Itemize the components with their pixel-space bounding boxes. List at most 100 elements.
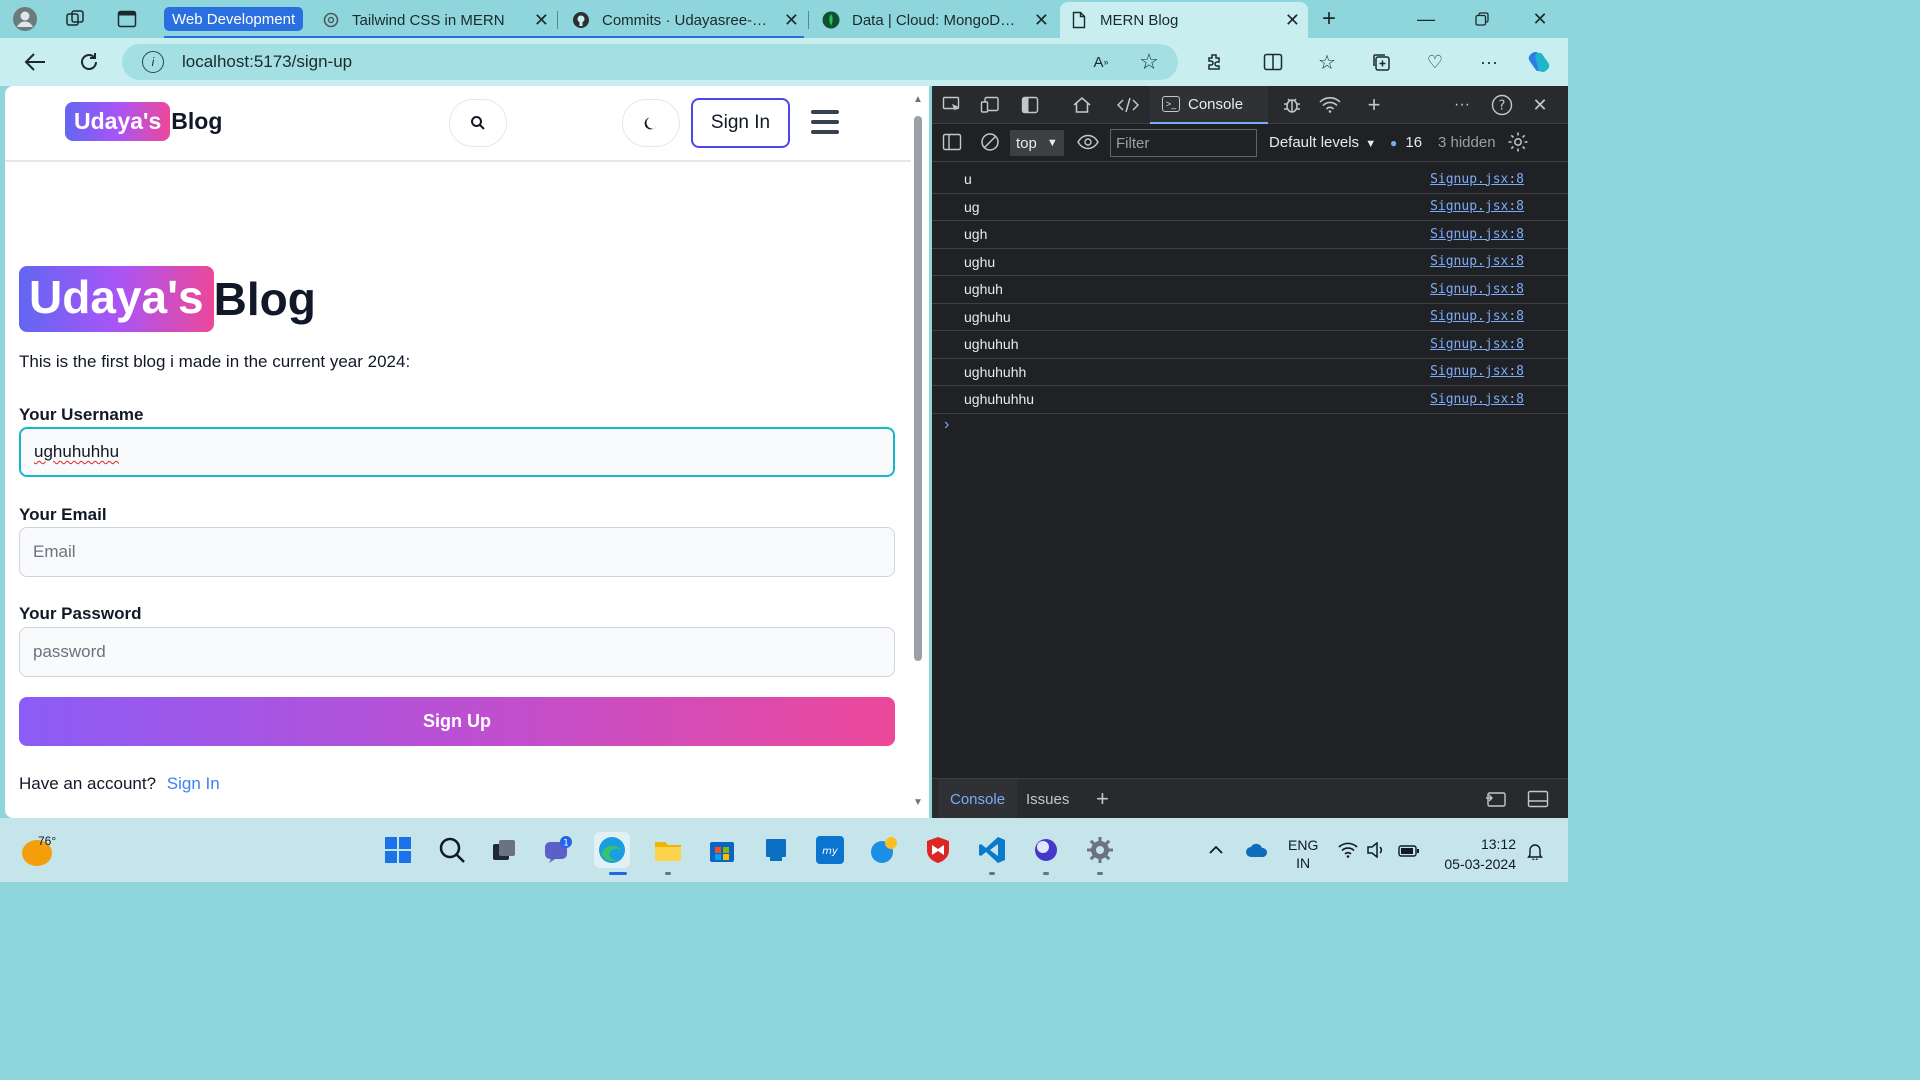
tray-overflow-chevron-icon[interactable] — [1208, 842, 1224, 858]
drawer-tab-console[interactable]: Console — [938, 779, 1018, 819]
live-expression-eye-icon[interactable] — [1076, 131, 1100, 153]
myhp-icon[interactable]: my — [812, 832, 848, 868]
console-log-source-link[interactable]: Signup.jsx:8 — [1430, 392, 1524, 407]
drawer-tab-issues[interactable]: Issues — [1014, 779, 1081, 819]
close-tab-icon[interactable]: ✕ — [1034, 10, 1049, 31]
console-log-source-link[interactable]: Signup.jsx:8 — [1430, 172, 1524, 187]
extensions-icon[interactable] — [1202, 50, 1228, 74]
undock-drawer-icon[interactable] — [1484, 788, 1508, 810]
header-signin-button[interactable]: Sign In — [691, 98, 790, 148]
tips-app-icon[interactable] — [866, 832, 902, 868]
close-tab-icon[interactable]: ✕ — [534, 10, 549, 31]
minimize-icon[interactable]: — — [1406, 6, 1446, 32]
inspect-element-icon[interactable] — [940, 94, 964, 116]
read-aloud-icon[interactable]: A» — [1088, 50, 1114, 74]
scroll-down-icon[interactable]: ▼ — [913, 797, 923, 808]
wifi-icon[interactable] — [1338, 842, 1358, 861]
page-scrollbar-thumb[interactable] — [914, 116, 922, 661]
console-log-source-link[interactable]: Signup.jsx:8 — [1430, 254, 1524, 269]
onedrive-cloud-icon[interactable] — [1245, 842, 1269, 861]
console-settings-gear-icon[interactable] — [1506, 131, 1530, 153]
hp-support-icon[interactable] — [758, 832, 794, 868]
file-explorer-icon[interactable] — [650, 832, 686, 868]
vscode-icon[interactable] — [974, 832, 1010, 868]
volume-icon[interactable] — [1366, 841, 1386, 861]
favorites-icon[interactable]: ☆ — [1314, 50, 1340, 74]
devtools-more-icon[interactable]: ··· — [1450, 94, 1474, 116]
device-emulation-icon[interactable] — [978, 94, 1002, 116]
back-icon[interactable] — [20, 48, 50, 76]
debugger-bug-icon[interactable] — [1280, 94, 1304, 116]
sidebar-toggle-icon[interactable] — [940, 131, 964, 153]
console-log-source-link[interactable]: Signup.jsx:8 — [1430, 337, 1524, 352]
username-input[interactable]: ughuhuhhu — [19, 427, 895, 477]
close-tab-icon[interactable]: ✕ — [1285, 10, 1300, 31]
mcafee-icon[interactable] — [920, 832, 956, 868]
collapse-drawer-icon[interactable] — [1526, 788, 1550, 810]
weather-widget[interactable]: 76° — [22, 832, 82, 872]
vertical-tabs-icon[interactable] — [114, 7, 140, 31]
split-screen-icon[interactable] — [1260, 50, 1286, 74]
tab-tailwind[interactable]: Tailwind CSS in MERN ✕ — [312, 2, 557, 38]
clear-console-icon[interactable] — [978, 131, 1002, 153]
favorite-star-icon[interactable]: ☆ — [1136, 49, 1162, 74]
new-tab-button[interactable]: + — [1316, 5, 1342, 32]
hamburger-menu-icon[interactable] — [811, 110, 839, 136]
email-input[interactable]: Email — [19, 527, 895, 577]
elements-code-icon[interactable] — [1116, 94, 1140, 116]
url-field[interactable]: i localhost:5173/sign-up — [122, 44, 1178, 80]
site-info-icon[interactable]: i — [142, 51, 164, 73]
header-logo[interactable]: Udaya's Blog — [65, 102, 222, 141]
workspaces-icon[interactable] — [62, 7, 88, 31]
devtools-console-tab[interactable]: >_ Console — [1150, 86, 1268, 124]
signup-button[interactable]: Sign Up — [19, 697, 895, 746]
close-devtools-icon[interactable]: ✕ — [1528, 94, 1552, 116]
notification-bell-icon[interactable] — [1526, 842, 1544, 863]
taskbar-search-icon[interactable] — [434, 832, 470, 868]
tab-group-label[interactable]: Web Development — [164, 7, 304, 31]
tab-mongodb[interactable]: Data | Cloud: MongoDB Cloud ✕ — [812, 2, 1057, 38]
console-log-source-link[interactable]: Signup.jsx:8 — [1430, 199, 1524, 214]
start-windows-icon[interactable] — [380, 832, 416, 868]
scroll-up-icon[interactable]: ▲ — [913, 94, 923, 105]
task-view-icon[interactable] — [486, 832, 522, 868]
more-tools-plus-icon[interactable]: + — [1362, 92, 1386, 117]
signin-link[interactable]: Sign In — [167, 774, 220, 793]
more-menu-icon[interactable]: ··· — [1476, 50, 1502, 74]
context-selector[interactable]: top ▼ — [1010, 130, 1064, 156]
message-count-badge[interactable]: ● 16 — [1390, 134, 1422, 151]
collections-icon[interactable] — [1368, 50, 1394, 74]
console-prompt-chevron-icon[interactable]: › — [944, 416, 949, 434]
close-window-icon[interactable]: ✕ — [1520, 6, 1560, 32]
browser-essentials-icon[interactable]: ♡ — [1422, 50, 1448, 74]
battery-icon[interactable] — [1398, 844, 1420, 860]
console-log-source-link[interactable]: Signup.jsx:8 — [1430, 309, 1524, 324]
password-input[interactable]: password — [19, 627, 895, 677]
console-log-source-link[interactable]: Signup.jsx:8 — [1430, 364, 1524, 379]
refresh-icon[interactable] — [74, 48, 104, 76]
settings-gear-icon[interactable] — [1082, 832, 1118, 868]
close-tab-icon[interactable]: ✕ — [784, 10, 799, 31]
moon-app-icon[interactable] — [1028, 832, 1064, 868]
log-levels-dropdown[interactable]: Default levels ▼ — [1269, 134, 1376, 151]
tab-github-commits[interactable]: Commits · Udayasree-Banoth ✕ — [562, 2, 807, 38]
theme-toggle-button[interactable] — [622, 99, 680, 147]
microsoft-store-icon[interactable] — [704, 832, 740, 868]
network-wifi-icon[interactable] — [1318, 94, 1342, 116]
console-log-source-link[interactable]: Signup.jsx:8 — [1430, 227, 1524, 242]
tab-mern-blog[interactable]: MERN Blog ✕ — [1060, 2, 1308, 38]
clock[interactable]: 13:12 05-03-2024 — [1438, 834, 1516, 874]
language-indicator[interactable]: ENG IN — [1288, 836, 1318, 872]
welcome-home-icon[interactable] — [1070, 94, 1094, 116]
search-button[interactable] — [449, 99, 507, 147]
console-log-source-link[interactable]: Signup.jsx:8 — [1430, 282, 1524, 297]
help-icon[interactable]: ? — [1490, 94, 1514, 116]
copilot-icon[interactable] — [1526, 50, 1552, 74]
profile-icon[interactable] — [12, 7, 38, 31]
edge-browser-icon[interactable] — [594, 832, 630, 868]
drawer-add-tab-icon[interactable]: + — [1084, 779, 1121, 819]
dock-side-icon[interactable] — [1018, 94, 1042, 116]
restore-icon[interactable] — [1462, 6, 1502, 32]
teams-chat-icon[interactable]: 1 — [540, 832, 576, 868]
console-filter-input[interactable]: Filter — [1110, 129, 1257, 157]
